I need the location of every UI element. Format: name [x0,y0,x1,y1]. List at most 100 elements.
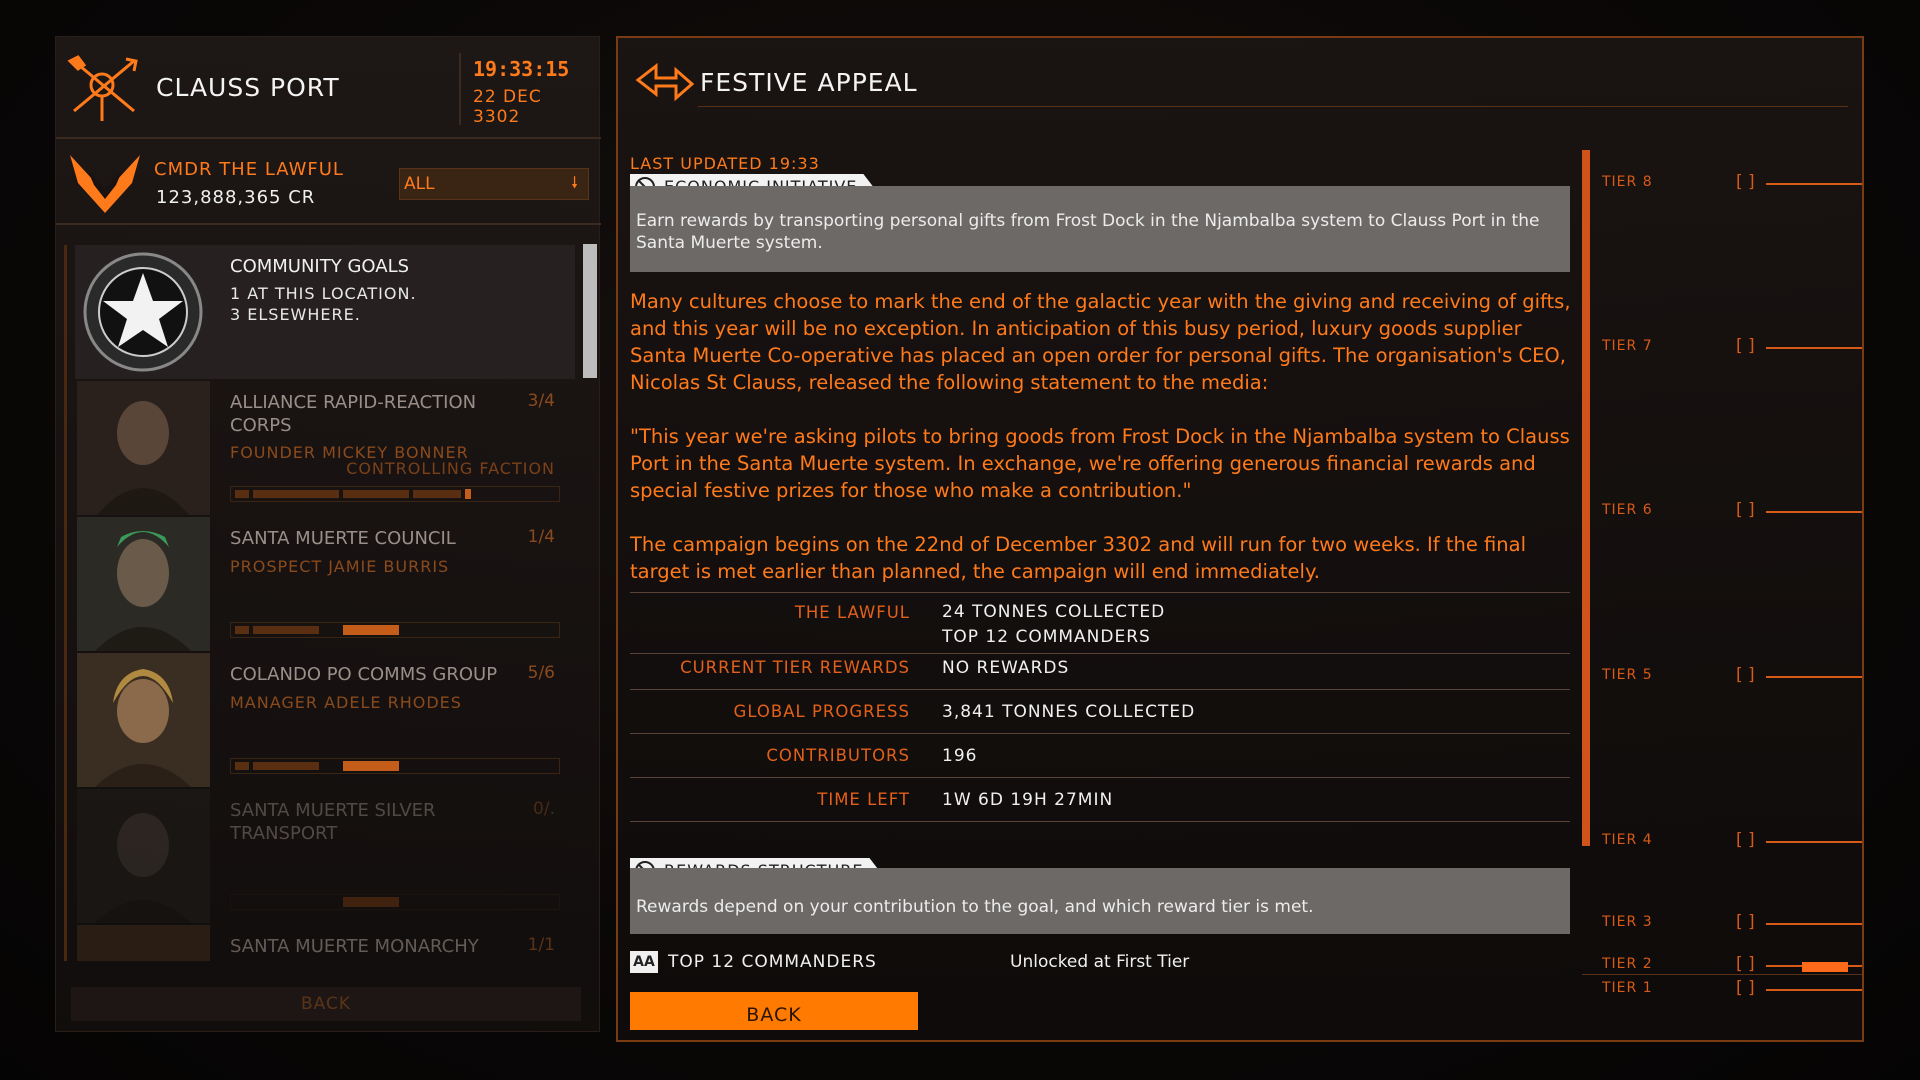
tier-label: TIER 1 [1602,980,1653,996]
stat-value: 196 [942,746,978,766]
avatar [77,653,210,787]
commander-row: CMDR THE LAWFUL 123,888,365 CR ALL 🠗 [56,141,601,225]
description-paragraph: "This year we're asking pilots to bring … [630,425,1570,502]
divider [1582,974,1862,975]
filter-dropdown[interactable]: ALL 🠗 [399,168,589,200]
list-item-goal[interactable]: COLANDO PO COMMS GROUP 5/6 MANAGER ADELE… [75,653,575,787]
stat-value: NO REWARDS [942,658,1070,678]
tier-checkbox: [ ] [1736,830,1755,850]
last-updated: LAST UPDATED 19:33 [630,154,820,173]
tier-row: TIER 4 [ ] [1602,830,1862,852]
reward-label: TOP 12 COMMANDERS [668,952,877,972]
tier-row: TIER 5 [ ] [1602,665,1862,687]
back-button-left[interactable]: BACK [71,987,581,1021]
stat-label: CURRENT TIER REWARDS [680,658,910,677]
tier-checkbox: [ ] [1736,336,1755,356]
list-item-community-goals[interactable]: COMMUNITY GOALS 1 AT THIS LOCATION. 3 EL… [75,245,575,379]
goal-progress-bar [230,622,560,638]
goal-count: 1/1 [527,935,555,955]
avatar [77,381,210,515]
tier-checkbox: [ ] [1736,665,1755,685]
stat-label: GLOBAL PROGRESS [733,702,910,721]
goal-title: SANTA MUERTE MONARCHY [230,936,479,957]
summary-box: Earn rewards by transporting personal gi… [630,186,1570,272]
stat-label: TIME LEFT [817,790,910,809]
list-item-goal[interactable]: SANTA MUERTE MONARCHY 1/1 [75,925,575,961]
tier-checkbox: [ ] [1736,912,1755,932]
tier-line [1766,989,1862,991]
goals-scrollbar[interactable] [583,244,597,378]
tier-line [1766,841,1862,843]
station-header: CLAUSS PORT 19:33:15 22 DEC 3302 [56,37,601,139]
stats-table: THE LAWFUL 24 TONNES COLLECTED TOP 12 CO… [630,592,1570,822]
aa-icon: AA [630,951,658,973]
stat-value: 3,841 TONNES COLLECTED [942,702,1196,722]
goal-title: SANTA MUERTE COUNCIL [230,528,456,549]
stat-value: 1W 6D 19H 27MIN [942,790,1114,810]
stat-row-time-left: TIME LEFT 1W 6D 19H 27MIN [630,778,1570,822]
filter-value: ALL [404,174,435,194]
divider [698,106,1848,107]
stat-value: 24 TONNES COLLECTED [942,602,1166,622]
goal-progress-bar [230,894,560,910]
description-paragraph: Many cultures choose to mark the end of … [630,290,1571,394]
tier-progress-fill [1802,962,1848,972]
rewards-summary-text: Rewards depend on your contribution to t… [636,897,1314,917]
stat-value: TOP 12 COMMANDERS [942,627,1151,647]
goal-faction: CONTROLLING FACTION [346,459,555,478]
tier-ladder: TIER 8 [ ] TIER 7 [ ] TIER 6 [ ] TIER 5 … [1602,138,1862,1018]
commander-credits: 123,888,365 CR [156,187,316,208]
tier-line [1766,347,1862,349]
tier-label: TIER 4 [1602,832,1653,848]
stat-row-commander: THE LAWFUL 24 TONNES COLLECTED TOP 12 CO… [630,594,1570,654]
tier-line [1766,676,1862,678]
goal-count: 3/4 [527,391,555,411]
tier-checkbox: [ ] [1736,954,1755,974]
list-item-goal[interactable]: SANTA MUERTE SILVER TRANSPORT 0/. [75,789,575,923]
tier-label: TIER 5 [1602,667,1653,683]
tier-row: TIER 1 [ ] [1602,978,1862,1000]
reward-row: AA TOP 12 COMMANDERS Unlocked at First T… [630,950,1570,978]
tier-label: TIER 8 [1602,174,1653,190]
goal-title: ALLIANCE RAPID-REACTION CORPS [230,392,477,436]
detail-scrollbar[interactable] [1582,150,1590,846]
description: Many cultures choose to mark the end of … [630,288,1575,612]
tier-line [1766,923,1862,925]
tier-label: TIER 3 [1602,914,1653,930]
detail-panel: FESTIVE APPEAL LAST UPDATED 19:33 ECONOM… [616,36,1864,1042]
goal-leader: PROSPECT JAMIE BURRIS [230,557,450,576]
goal-count: 5/6 [527,663,555,683]
tier-row: TIER 3 [ ] [1602,912,1862,934]
station-name: CLAUSS PORT [156,73,340,102]
tier-row: TIER 7 [ ] [1602,336,1862,358]
goals-list[interactable]: COMMUNITY GOALS 1 AT THIS LOCATION. 3 EL… [64,245,594,961]
tier-checkbox: [ ] [1736,500,1755,520]
goal-title: COLANDO PO COMMS GROUP [230,664,498,685]
list-item-goal[interactable]: ALLIANCE RAPID-REACTION CORPS 3/4 FOUNDE… [75,381,575,515]
goal-sub-line: 1 AT THIS LOCATION. [230,284,417,303]
stat-label: CONTRIBUTORS [766,746,910,765]
rewards-summary-box: Rewards depend on your contribution to t… [630,868,1570,934]
tier-label: TIER 6 [1602,502,1653,518]
stat-row-global: GLOBAL PROGRESS 3,841 TONNES COLLECTED [630,690,1570,734]
goal-leader: MANAGER ADELE RHODES [230,693,462,712]
goal-progress-bar [230,486,560,502]
goal-progress-bar [230,758,560,774]
chevron-down-icon: 🠗 [571,173,578,192]
list-item-goal[interactable]: SANTA MUERTE COUNCIL 1/4 PROSPECT JAMIE … [75,517,575,651]
back-button[interactable]: BACK [630,992,918,1030]
commander-name: CMDR THE LAWFUL [154,159,344,180]
tier-row: TIER 6 [ ] [1602,500,1862,522]
tier-line [1766,183,1862,185]
clock-time: 19:33:15 [473,57,570,81]
goal-sub-line: 3 ELSEWHERE. [230,305,361,324]
goal-count: 0/. [533,799,555,819]
goal-subtitle: 1 AT THIS LOCATION. 3 ELSEWHERE. [230,283,417,325]
description-paragraph: The campaign begins on the 22nd of Decem… [630,533,1527,583]
goal-title: SANTA MUERTE SILVER TRANSPORT [230,800,436,844]
tier-checkbox: [ ] [1736,978,1755,998]
tier-label: TIER 7 [1602,338,1653,354]
back-arrow-icon[interactable] [634,62,694,102]
goal-title: COMMUNITY GOALS [230,256,410,277]
tier-checkbox: [ ] [1736,172,1755,192]
